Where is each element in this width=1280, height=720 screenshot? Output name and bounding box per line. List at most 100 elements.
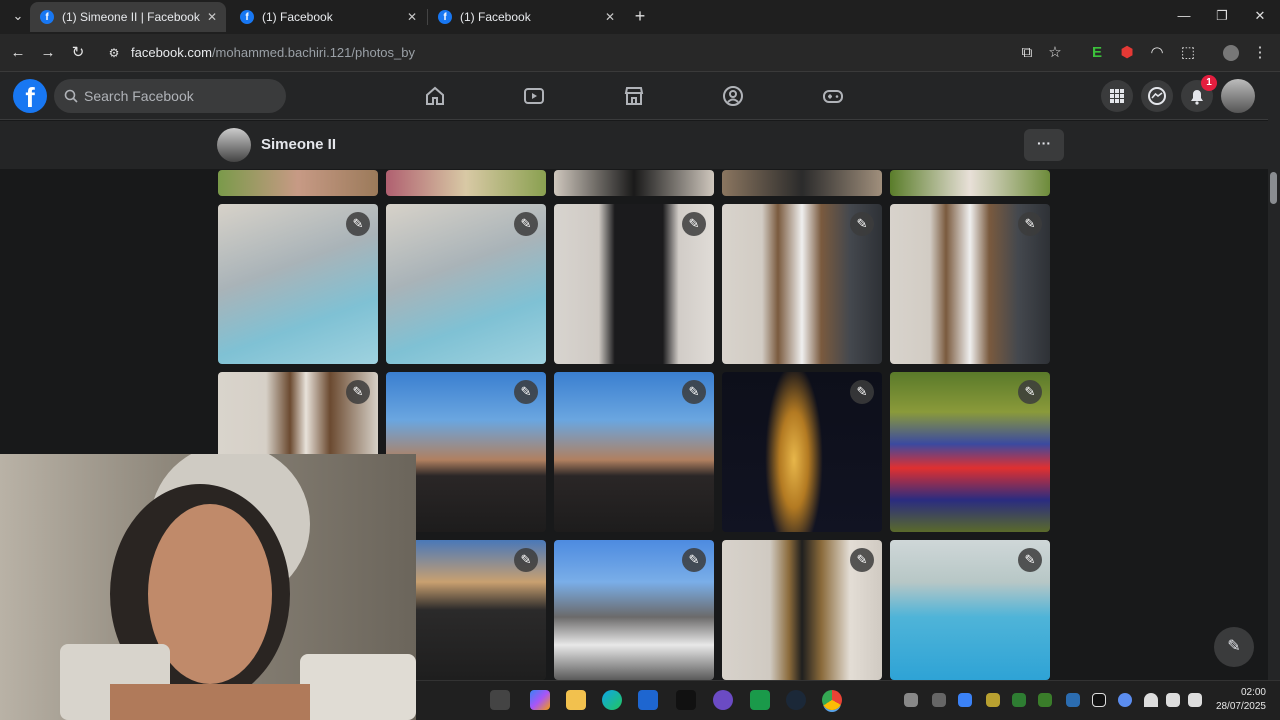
photo-thumbnail[interactable]	[722, 170, 882, 196]
home-icon[interactable]	[423, 84, 447, 108]
file-explorer-icon[interactable]	[566, 690, 586, 710]
photo-thumbnail[interactable]: ✎	[890, 204, 1050, 364]
tray-icon[interactable]	[1038, 693, 1052, 707]
app-y-icon[interactable]	[676, 690, 696, 710]
install-app-icon[interactable]: ⧉	[1019, 45, 1035, 61]
tray-icon[interactable]	[1066, 693, 1080, 707]
edit-photo-icon[interactable]: ✎	[514, 212, 538, 236]
compose-icon: ✎	[1227, 638, 1241, 655]
store-icon[interactable]	[638, 690, 658, 710]
photo-thumbnail[interactable]: ✎	[386, 204, 546, 364]
microphone-icon[interactable]	[1118, 693, 1132, 707]
edit-photo-icon[interactable]: ✎	[850, 212, 874, 236]
photo-thumbnail[interactable]	[386, 170, 546, 196]
close-window-icon[interactable]: ✕	[1252, 8, 1268, 24]
edit-photo-icon[interactable]: ✎	[346, 212, 370, 236]
tray-icon[interactable]	[932, 693, 946, 707]
search-placeholder: Search Facebook	[84, 88, 194, 104]
photo-thumbnail[interactable]	[218, 170, 378, 196]
edit-photo-icon[interactable]: ✎	[682, 212, 706, 236]
tray-icon[interactable]	[1092, 693, 1106, 707]
close-tab-icon[interactable]: ✕	[406, 11, 418, 23]
account-avatar[interactable]	[1221, 79, 1255, 113]
gaming-icon[interactable]	[821, 84, 845, 108]
facebook-logo-icon[interactable]: f	[13, 79, 47, 113]
extension-e-icon[interactable]: E	[1089, 45, 1105, 61]
edit-photo-icon[interactable]: ✎	[850, 548, 874, 572]
photo-thumbnail[interactable]	[554, 170, 714, 196]
scrollbar-thumb[interactable]	[1270, 172, 1277, 204]
profile-name[interactable]: Simeone II	[261, 136, 336, 153]
extension-shield-icon[interactable]: ⬢	[1119, 45, 1135, 61]
close-tab-icon[interactable]: ✕	[604, 11, 616, 23]
battery-icon[interactable]	[1188, 693, 1202, 707]
edit-photo-icon[interactable]: ✎	[1018, 212, 1042, 236]
edit-photo-icon[interactable]: ✎	[1018, 548, 1042, 572]
task-view-icon[interactable]	[490, 690, 510, 710]
url-path: /mohammed.bachiri.121/photos_by	[211, 45, 415, 60]
url-field[interactable]: facebook.com/mohammed.bachiri.121/photos…	[131, 45, 415, 60]
close-tab-icon[interactable]: ✕	[206, 11, 218, 23]
page-scrollbar[interactable]	[1268, 72, 1280, 680]
new-message-button[interactable]: ✎	[1214, 627, 1254, 667]
photo-thumbnail[interactable]: ✎	[890, 540, 1050, 680]
tray-icon[interactable]	[958, 693, 972, 707]
photo-thumbnail[interactable]: ✎	[218, 204, 378, 364]
tab-list-chevron-icon[interactable]: ⌄	[10, 8, 26, 24]
tray-icon[interactable]	[986, 693, 1000, 707]
app-q-icon[interactable]	[713, 690, 733, 710]
forward-icon[interactable]: →	[40, 45, 56, 61]
back-icon[interactable]: ←	[10, 45, 26, 61]
photo-thumbnail[interactable]	[890, 170, 1050, 196]
profile-avatar[interactable]	[217, 128, 251, 162]
copilot-icon[interactable]	[530, 690, 550, 710]
tab-facebook-3[interactable]: f (1) Facebook ✕	[428, 2, 624, 32]
app-game-icon[interactable]	[750, 690, 770, 710]
photo-thumbnail[interactable]: ✎	[722, 540, 882, 680]
video-icon[interactable]	[522, 84, 546, 108]
tab-simeone[interactable]: f (1) Simeone II | Facebook ✕	[30, 2, 226, 32]
tray-icon[interactable]	[904, 693, 918, 707]
browser-tab-strip: ⌄ f (1) Simeone II | Facebook ✕ f (1) Fa…	[0, 0, 1280, 34]
edge-icon[interactable]	[602, 690, 622, 710]
minimize-icon[interactable]: —	[1176, 8, 1192, 24]
messenger-button[interactable]	[1141, 80, 1173, 112]
edit-photo-icon[interactable]: ✎	[514, 380, 538, 404]
photo-thumbnail[interactable]: ✎	[890, 372, 1050, 532]
photo-thumbnail[interactable]: ✎	[554, 372, 714, 532]
edit-photo-icon[interactable]: ✎	[682, 548, 706, 572]
edit-photo-icon[interactable]: ✎	[514, 548, 538, 572]
marketplace-icon[interactable]	[622, 84, 646, 108]
bookmark-star-icon[interactable]: ☆	[1047, 45, 1063, 61]
photo-thumbnail[interactable]: ✎	[554, 204, 714, 364]
search-input[interactable]: Search Facebook	[54, 79, 286, 113]
edit-photo-icon[interactable]: ✎	[682, 380, 706, 404]
photo-thumbnail[interactable]: ✎	[554, 540, 714, 680]
new-tab-button[interactable]: +	[632, 7, 648, 25]
tray-icon[interactable]	[1012, 693, 1026, 707]
taskbar-clock[interactable]: 02:00 28/07/2025	[1210, 686, 1266, 714]
chrome-icon[interactable]	[822, 690, 842, 710]
steam-icon[interactable]	[786, 690, 806, 710]
notification-badge: 1	[1201, 75, 1217, 91]
restore-icon[interactable]: ❐	[1214, 8, 1230, 24]
photo-thumbnail[interactable]: ✎	[722, 204, 882, 364]
extension-arc-icon[interactable]: ◠	[1149, 45, 1165, 61]
site-info-icon[interactable]: ⚙	[106, 45, 122, 61]
volume-icon[interactable]	[1166, 693, 1180, 707]
edit-photo-icon[interactable]: ✎	[1018, 380, 1042, 404]
edit-photo-icon[interactable]: ✎	[346, 380, 370, 404]
tab-facebook-2[interactable]: f (1) Facebook ✕	[230, 2, 426, 32]
more-options-button[interactable]: ···	[1024, 129, 1064, 161]
wifi-icon[interactable]	[1144, 693, 1158, 707]
facebook-favicon-icon: f	[240, 10, 254, 24]
edit-photo-icon[interactable]: ✎	[850, 380, 874, 404]
extensions-puzzle-icon[interactable]: ⬚	[1180, 45, 1196, 61]
menu-grid-button[interactable]	[1101, 80, 1133, 112]
browser-menu-icon[interactable]: ⋮	[1252, 45, 1268, 61]
groups-icon[interactable]	[721, 84, 745, 108]
photo-thumbnail[interactable]: ✎	[722, 372, 882, 532]
reload-icon[interactable]: ↻	[70, 45, 86, 61]
browser-profile-icon[interactable]	[1223, 45, 1239, 61]
clock-date: 28/07/2025	[1215, 701, 1266, 712]
